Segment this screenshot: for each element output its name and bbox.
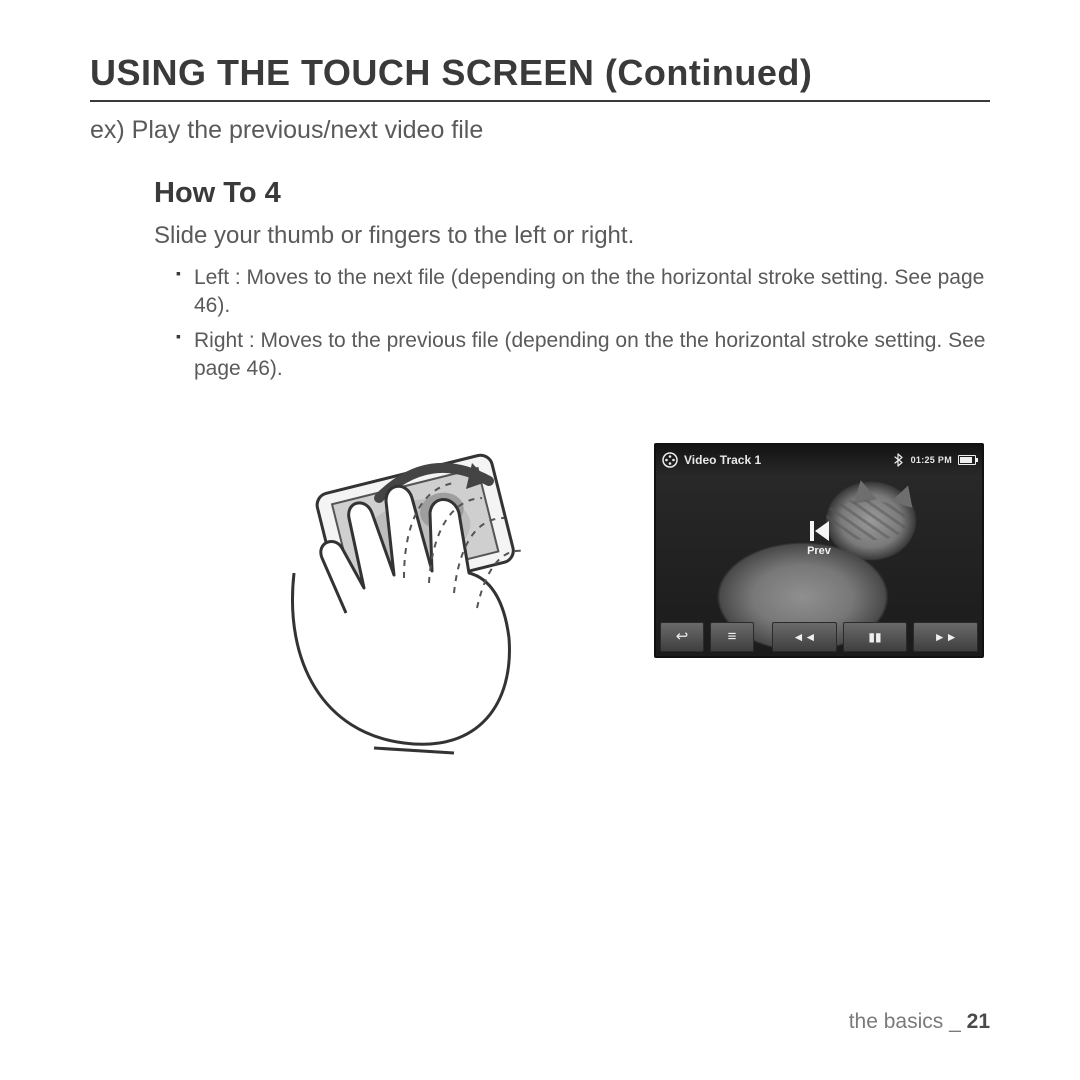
howto-section: How To 4 Slide your thumb or fingers to … bbox=[154, 177, 990, 803]
device-status-bar: Video Track 1 01:25 PM bbox=[656, 445, 982, 475]
next-track-button[interactable]: ►► bbox=[913, 622, 978, 652]
battery-icon bbox=[958, 455, 976, 465]
page-footer: the basics _ 21 bbox=[849, 1010, 990, 1034]
device-screenshot: Video Track 1 01:25 PM Prev ↩ bbox=[654, 443, 984, 658]
back-button[interactable]: ↩ bbox=[660, 622, 704, 652]
next-track-icon: ►► bbox=[934, 631, 958, 643]
howto-subtitle: Slide your thumb or fingers to the left … bbox=[154, 222, 990, 250]
pause-button[interactable]: ▮▮ bbox=[843, 622, 908, 652]
bluetooth-icon bbox=[893, 453, 903, 467]
footer-page-number: 21 bbox=[967, 1010, 990, 1033]
prev-track-button[interactable]: ◄◄ bbox=[772, 622, 837, 652]
hand-swipe-illustration bbox=[254, 403, 574, 763]
howto-bullet: Right : Moves to the previous file (depe… bbox=[176, 327, 990, 382]
menu-button[interactable]: ≡ bbox=[710, 622, 754, 652]
page-title: USING THE TOUCH SCREEN (Continued) bbox=[90, 52, 990, 102]
figures-row: Video Track 1 01:25 PM Prev ↩ bbox=[154, 403, 990, 803]
example-line: ex) Play the previous/next video file bbox=[90, 116, 990, 145]
prev-track-icon: ◄◄ bbox=[792, 631, 816, 643]
howto-bullet-list: Left : Moves to the next file (depending… bbox=[154, 264, 990, 383]
manual-page: USING THE TOUCH SCREEN (Continued) ex) P… bbox=[0, 0, 1080, 1080]
back-icon: ↩ bbox=[676, 629, 689, 644]
footer-section: the basics _ bbox=[849, 1010, 961, 1033]
video-track-title: Video Track 1 bbox=[684, 453, 761, 467]
howto-bullet: Left : Moves to the next file (depending… bbox=[176, 264, 990, 319]
status-time: 01:25 PM bbox=[911, 455, 952, 465]
skip-prev-icon bbox=[807, 519, 831, 543]
film-reel-icon bbox=[662, 452, 678, 468]
device-toolbar: ↩ ≡ ◄◄ ▮▮ ►► bbox=[660, 622, 978, 652]
menu-icon: ≡ bbox=[728, 629, 737, 644]
pause-icon: ▮▮ bbox=[868, 631, 881, 643]
howto-heading: How To 4 bbox=[154, 177, 990, 210]
prev-overlay-label: Prev bbox=[799, 545, 839, 557]
prev-overlay: Prev bbox=[799, 519, 839, 557]
